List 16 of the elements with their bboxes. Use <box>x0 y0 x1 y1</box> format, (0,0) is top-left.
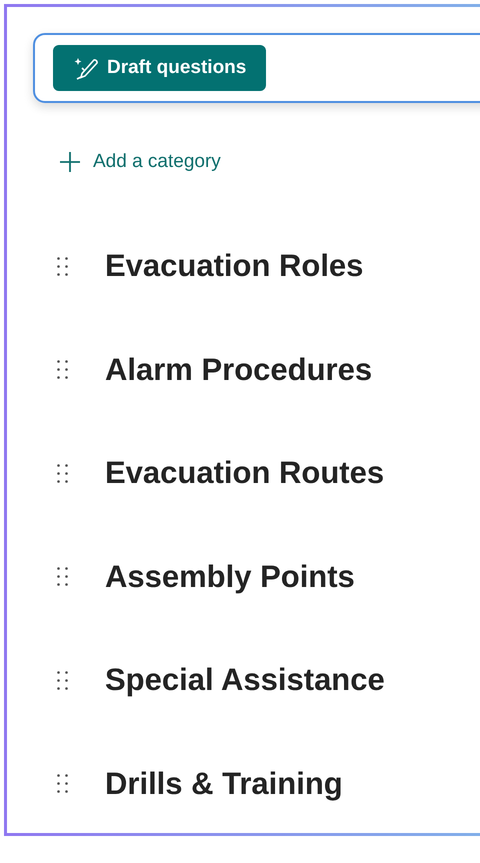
drag-handle-icon[interactable] <box>57 360 68 380</box>
category-title: Drills & Training <box>105 764 343 803</box>
category-title: Special Assistance <box>105 661 385 699</box>
prompt-box[interactable]: Draft questions <box>33 33 480 103</box>
category-title: Assembly Points <box>105 558 355 596</box>
drag-handle-icon[interactable] <box>57 464 68 483</box>
drag-handle-icon[interactable] <box>57 256 68 276</box>
drag-handle-icon[interactable] <box>57 774 68 794</box>
category-title: Alarm Procedures <box>105 350 372 388</box>
drag-handle-icon[interactable] <box>57 567 68 586</box>
category-title: Evacuation Routes <box>105 454 384 492</box>
category-title: Evacuation Roles <box>105 247 364 285</box>
draft-questions-button[interactable]: Draft questions <box>53 45 266 91</box>
drag-handle-icon[interactable] <box>57 670 68 690</box>
add-category-button[interactable]: Add a category <box>59 148 221 176</box>
plus-icon <box>59 151 81 174</box>
